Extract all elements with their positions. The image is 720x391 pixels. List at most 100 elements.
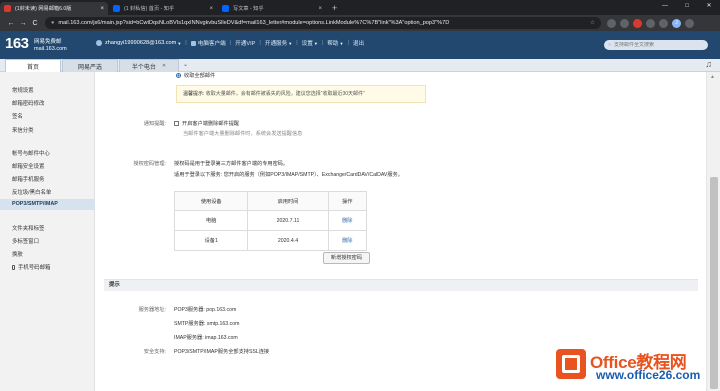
col-enabled-time: 启用时间 [247,191,329,211]
tab-more-icon[interactable]: ⌄ [183,61,188,68]
browser-tab-zhihu-write[interactable]: 写文章 - 知乎 × [218,2,326,15]
user-account[interactable]: zhangyi19990628@163.com [105,40,176,46]
mail-search-input[interactable] [614,42,704,48]
sidebar-item-mail-filter[interactable]: 来信分类 [12,126,34,134]
delete-link[interactable]: 删除 [327,210,368,231]
sidebar-item-password[interactable]: 邮箱密码修改 [12,99,44,107]
watermark-url: www.office26.com [596,368,701,382]
extensions-puzzle-icon[interactable] [659,18,668,28]
tab-close-icon[interactable]: × [209,6,213,12]
delete-link[interactable]: 删除 [327,230,368,251]
device-cell: 电脑 [173,210,249,231]
imap-server: IMAP服务器: imap.163.com [174,335,238,341]
warm-tip-box: 温馨提示: 收取大量邮件，会有邮件被丢失的风险，建议您选择“收取最近30天邮件” [176,85,426,103]
sidebar-item-folders[interactable]: 文件夹和标签 [12,224,44,232]
user-bar: zhangyi19990628@163.com ▼ | 电脑客户端 | 开通VI… [96,39,364,47]
new-auth-password-button[interactable]: 新增授权密码 [323,252,370,264]
auth-password-label: 授权密码管理: [133,161,166,167]
reload-icon[interactable]: C [29,20,41,27]
minimize-icon[interactable]: — [654,0,676,13]
logo-subtitle: 网易免费邮 [34,39,62,45]
notify-label: 通知提醒: [143,121,166,127]
mail-header: 163 网易免费邮 mail.163.com zhangyi19990628@1… [0,31,720,59]
lock-icon: ● [51,20,55,26]
sidebar-item-label: 手机号码邮箱 [18,265,51,271]
extension-icon[interactable] [620,18,629,28]
chevron-down-icon[interactable]: ▼ [314,41,318,46]
time-cell: 2020.7.11 [247,210,329,231]
sidebar-item-signature[interactable]: 签名 [12,112,23,120]
sidebar-item-multitab[interactable]: 多标签窗口 [12,237,39,245]
radio-selected[interactable] [176,73,181,78]
desktop-client-link[interactable]: 电脑客户端 [198,39,226,47]
tab-title: (1封未读) 网易邮箱6.0版 [15,6,72,12]
help-link[interactable]: 帮助 [327,39,338,47]
sidebar-item-skin[interactable]: 换肤 [12,250,23,258]
zhihu-favicon-icon [222,5,229,12]
notify-option[interactable]: 开启客户端删除邮件提醒 [174,120,239,127]
browser-menu-icon[interactable] [685,18,694,28]
new-tab-button[interactable]: + [332,2,337,15]
sidebar-item-security[interactable]: 邮箱安全设置 [12,162,44,170]
notify-checkbox[interactable] [174,121,179,126]
chevron-down-icon[interactable]: ▼ [339,41,343,46]
browser-tab-zhihu-home[interactable]: (1 封私信) 首页 - 知乎 × [109,2,217,15]
device-cell: 设备1 [173,230,249,251]
search-icon[interactable]: ○ [608,42,611,48]
close-window-icon[interactable]: ✕ [698,0,720,13]
extension-icon[interactable] [633,18,642,28]
browser-tab-163-mail[interactable]: (1封未读) 网易邮箱6.0版 × [0,2,108,15]
browser-tab-bar: (1封未读) 网易邮箱6.0版 × (1 封私信) 首页 - 知乎 × 写文章 … [0,0,720,15]
tab-close-icon[interactable]: × [100,6,104,12]
close-icon[interactable]: ✕ [162,63,166,69]
sidebar-item-antispam[interactable]: 反垃圾/黑白名单 [12,188,51,196]
tab-radio[interactable]: 半个电台 ✕ [119,59,179,72]
smtp-server: SMTP服务器: smtp.163.com [174,321,240,327]
table-row: 设备1 2020.4.4 删除 [173,230,368,251]
tip-label: 温馨提示: [183,91,205,97]
phone-icon [12,265,15,270]
mail-search-box[interactable]: ○ [604,40,708,50]
chevron-down-icon[interactable]: ▼ [177,41,181,46]
tip-text: 收取大量邮件，会有邮件被丢失的风险，建议您选择“收取最近30天邮件” [205,91,365,97]
extension-icon[interactable] [646,18,655,28]
open-vip-link[interactable]: 开通VIP [235,39,255,47]
url-text: mail.163.com/js6/main.jsp?sid=bCwtDqsNLo… [58,20,450,26]
tab-title: (1 封私信) 首页 - 知乎 [124,6,175,12]
address-bar[interactable]: ● mail.163.com/js6/main.jsp?sid=bCwtDqsN… [45,17,601,29]
extension-icon[interactable] [607,18,616,28]
scroll-up-icon[interactable]: ▲ [710,74,715,80]
tab-label: 半个电台 [131,64,156,71]
office-logo-icon [556,349,586,379]
col-device: 使用设备 [173,191,249,211]
tab-yanxuan[interactable]: 网易严选 [62,59,118,72]
forward-icon[interactable]: → [17,20,29,27]
sidebar-item-phone-mail[interactable]: 手机号码邮箱 [12,263,50,271]
extensions-area: J [607,18,694,28]
receive-all-option[interactable]: 收取全部邮件 [176,72,215,79]
notify-subtext: 当邮件客户端大量删除邮件时，系统会发送提醒信息 [183,131,303,137]
sidebar-item-mobile[interactable]: 邮箱手机服务 [12,175,44,183]
music-note-icon[interactable]: ♫ [705,59,712,69]
back-icon[interactable]: ← [5,20,17,27]
server-address-label: 服务器地址: [138,307,166,313]
sidebar-item-pop3[interactable]: POP3/SMTP/IMAP [0,199,95,210]
settings-link[interactable]: 设置 [302,39,313,47]
sidebar-item-account-center[interactable]: 帐号与邮件中心 [12,149,50,157]
table-header-row: 使用设备 启用时间 操作 [173,191,368,211]
radio-label: 收取全部邮件 [184,73,216,79]
tab-home[interactable]: 首页 [5,59,61,72]
tab-label: 网易严选 [77,64,102,71]
tab-label: 首页 [26,64,39,71]
mail-logo[interactable]: 163 [5,36,29,52]
col-action: 操作 [327,191,368,211]
bookmark-star-icon[interactable]: ☆ [590,20,595,26]
maximize-icon[interactable]: □ [676,0,698,13]
chevron-down-icon[interactable]: ▼ [288,41,292,46]
tab-close-icon[interactable]: × [318,6,322,12]
sidebar-item-general[interactable]: 常规设置 [12,86,34,94]
logout-link[interactable]: 退出 [353,39,364,47]
zhihu-favicon-icon [113,5,120,12]
profile-avatar[interactable]: J [672,18,681,28]
open-service-link[interactable]: 开通服务 [265,39,287,47]
